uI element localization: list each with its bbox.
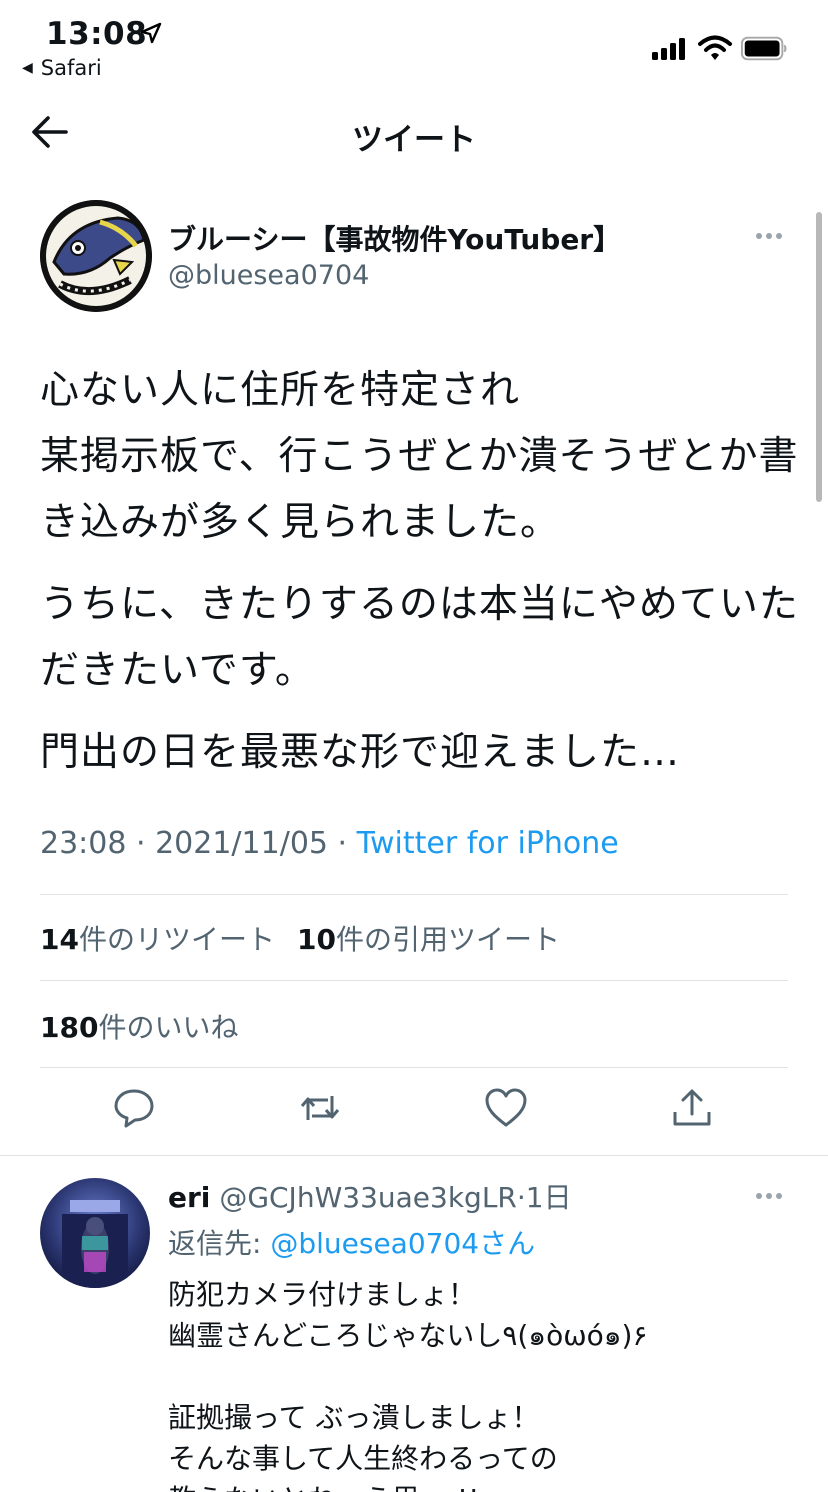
back-triangle-icon: ◀: [22, 60, 33, 76]
reply-icon[interactable]: [112, 1086, 156, 1130]
reply-avatar-image: [40, 1178, 150, 1288]
wifi-icon: [698, 35, 732, 60]
likes-label: 件のいいね: [98, 1011, 239, 1044]
divider: [40, 894, 788, 895]
quotes-label: 件の引用ツイート: [335, 923, 560, 956]
likes-stat[interactable]: 180件のいいね: [40, 1006, 238, 1046]
meta-separator: ·: [328, 826, 357, 861]
reply-header: eri @GCJhW33uae3kgLR·1日: [168, 1176, 572, 1216]
reply-author-handle[interactable]: @GCJhW33uae3kgLR: [219, 1181, 517, 1214]
nav-header: ツイート: [0, 88, 828, 178]
status-time: 13:08: [46, 16, 148, 52]
reply-author-name[interactable]: eri: [168, 1181, 210, 1214]
tweet-meta: 23:08 · 2021/11/05 · Twitter for iPhone: [40, 826, 619, 861]
reply-to-prefix: 返信先:: [168, 1227, 271, 1260]
page-title: ツイート: [352, 122, 476, 158]
more-icon[interactable]: [756, 1186, 782, 1206]
tweet-source-link[interactable]: Twitter for iPhone: [357, 826, 619, 861]
tweet-paragraph: うちに、きたりするのは本当にやめていただきたいです。: [40, 582, 799, 693]
reply-separator: ·: [516, 1181, 526, 1214]
reply-age: 1日: [525, 1181, 572, 1214]
action-bar: [0, 1086, 828, 1142]
tweet-time: 23:08: [40, 826, 127, 861]
signal-icon: [652, 38, 685, 60]
share-stats: 14件のリツイート 10件の引用ツイート: [40, 918, 560, 958]
status-bar: 13:08 ◀ Safari: [0, 0, 828, 88]
likes-count: 180: [40, 1011, 99, 1044]
author-handle[interactable]: @bluesea0704: [168, 260, 369, 291]
divider: [40, 980, 788, 981]
retweet-icon[interactable]: [298, 1086, 342, 1130]
retweets-label: 件のリツイート: [78, 923, 275, 956]
back-to-safari[interactable]: ◀ Safari: [22, 56, 102, 80]
fish-avatar-image: [40, 200, 152, 312]
tweet-detail-screen: 13:08 ◀ Safari ツイート ブルーシー【事故物件YouTuber】 …: [0, 0, 828, 1492]
author-avatar[interactable]: [40, 200, 152, 312]
divider: [0, 1155, 828, 1156]
more-icon[interactable]: [756, 226, 786, 246]
like-icon[interactable]: [484, 1086, 528, 1130]
retweets-count: 14: [40, 923, 79, 956]
reply-to-line: 返信先: @bluesea0704さん: [168, 1222, 535, 1262]
retweets-stat[interactable]: 14件のリツイート: [40, 923, 275, 956]
tweet-paragraph: 門出の日を最悪な形で迎えました…: [40, 730, 681, 775]
divider: [40, 1067, 788, 1068]
meta-separator: ·: [126, 826, 156, 861]
reply-to-mention[interactable]: @bluesea0704さん: [270, 1227, 535, 1260]
tweet-paragraph: 心ない人に住所を特定され 某掲示板で、行こうぜとか潰そうぜとか書き込みが多く見ら…: [40, 368, 799, 545]
tweet-date: 2021/11/05: [155, 826, 328, 861]
reply-avatar[interactable]: [40, 1178, 150, 1288]
share-icon[interactable]: [670, 1086, 714, 1130]
tweet-text: 心ない人に住所を特定され 某掲示板で、行こうぜとか潰そうぜとか書き込みが多く見ら…: [40, 358, 800, 802]
reply-text: 防犯カメラ付けましょ！ 幽霊さんどころじゃないし٩(๑òωó๑)۶ 証拠撮って …: [168, 1278, 648, 1492]
author-name[interactable]: ブルーシー【事故物件YouTuber】: [168, 218, 621, 258]
location-arrow-icon: [140, 22, 162, 44]
scrollbar[interactable]: [816, 212, 822, 502]
quotes-stat[interactable]: 10件の引用ツイート: [297, 923, 560, 956]
quotes-count: 10: [296, 923, 336, 956]
battery-icon: [741, 36, 787, 61]
back-app-label: Safari: [40, 56, 102, 80]
